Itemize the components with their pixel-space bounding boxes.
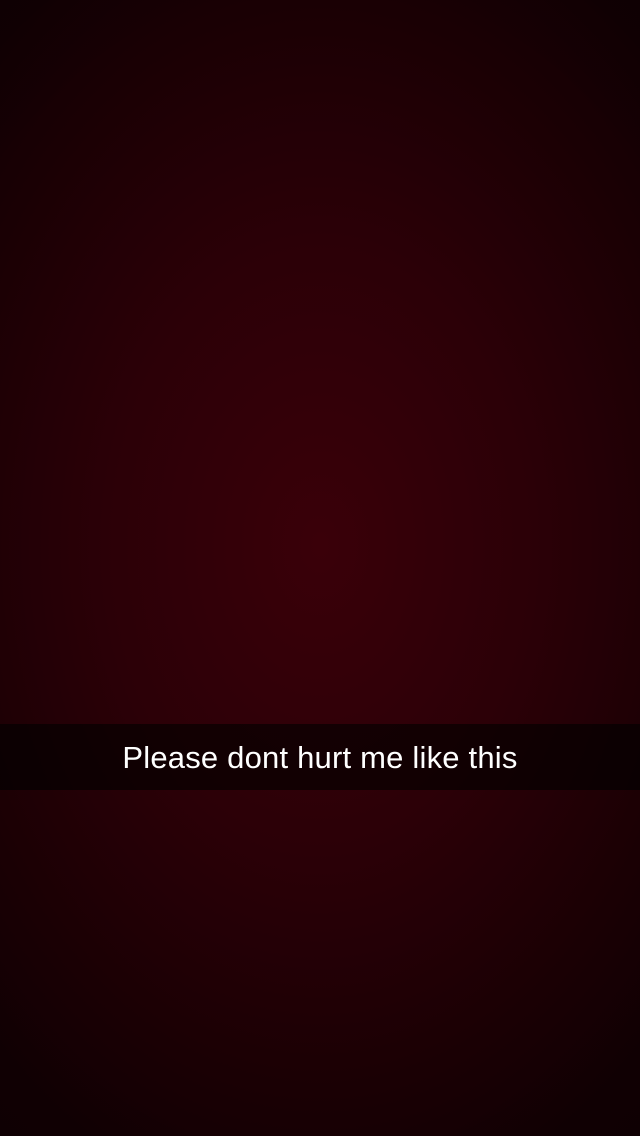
background-vignette: [0, 0, 640, 1136]
caption-bar[interactable]: Please dont hurt me like this: [0, 724, 640, 790]
caption-text: Please dont hurt me like this: [122, 739, 518, 775]
snap-photo-background[interactable]: Please dont hurt me like this: [0, 0, 640, 1136]
